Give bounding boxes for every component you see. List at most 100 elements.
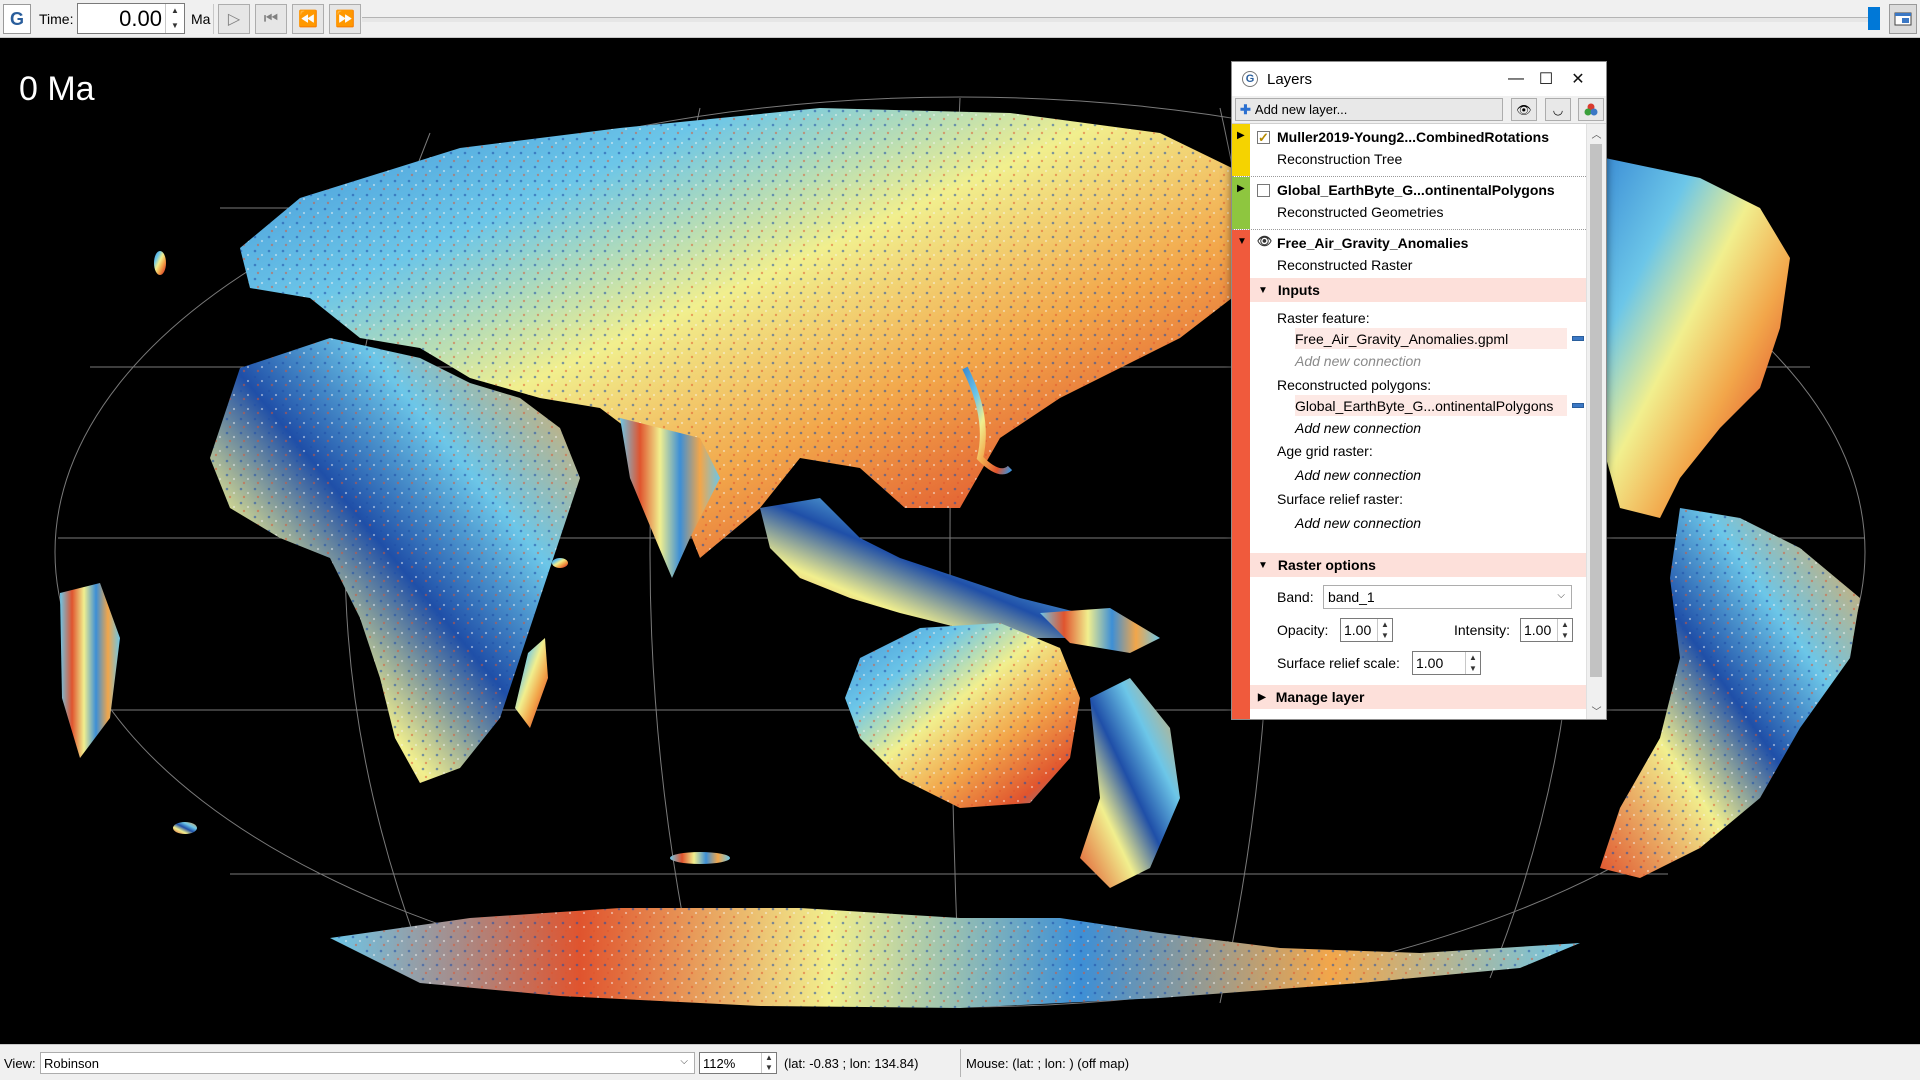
intensity-value: 1.00 [1524,622,1552,638]
surface-relief-scale-label: Surface relief scale: [1277,655,1400,671]
mouse-coordinates: Mouse: (lat: ; lon: ) (off map) [966,1056,1130,1071]
inputs-section-header[interactable]: ▼ Inputs [1250,278,1586,302]
time-spinbox[interactable]: ▲ ▼ [77,3,185,34]
layer-type: Reconstructed Raster [1277,257,1413,273]
play-button[interactable]: ▷ [218,4,250,34]
zoom-spinbox[interactable]: 112% ▲ ▼ [699,1052,777,1074]
remove-connection-button[interactable] [1572,403,1584,408]
time-slider-track[interactable] [362,17,1872,22]
intensity-spinbox[interactable]: 1.00 ▲ ▼ [1520,618,1573,642]
spin-up-icon[interactable]: ▲ [166,4,184,19]
robinson-map[interactable] [0,38,1920,1044]
zoom-spinner[interactable]: ▲ ▼ [761,1053,776,1073]
collapse-arrow-icon: ▼ [1258,284,1268,296]
time-label: Time: [39,11,74,27]
landmass-southeast-asia [760,498,1090,638]
landmass-island [173,822,197,834]
layer-colours-button[interactable] [1578,98,1604,121]
add-new-layer-button[interactable]: ✚ Add new layer... [1235,98,1503,121]
landmass-north-america [1605,158,1790,518]
time-spinner[interactable]: ▲ ▼ [165,4,184,33]
minimize-button[interactable]: — [1502,67,1530,91]
step-forward-button[interactable]: ⏩ [329,4,361,34]
opacity-spinner[interactable]: ▲ ▼ [1377,619,1392,641]
window-title: Layers [1267,71,1313,88]
time-unit-label: Ma [191,11,211,27]
minimize-icon: — [1508,70,1524,87]
reconstructed-polygons-connection[interactable]: Global_EarthByte_G...ontinentalPolygons [1295,395,1567,416]
spin-down-icon[interactable]: ▼ [166,19,184,34]
chevron-down-icon: ⌵ [680,1056,688,1067]
layer-row-continental-polygons[interactable]: ▶ Global_EarthByte_G...ontinentalPolygon… [1232,177,1586,230]
layer-row-gravity-raster[interactable]: ▼ 👁 Free_Air_Gravity_Anomalies Reconstru… [1232,230,1586,719]
intensity-spinner[interactable]: ▲ ▼ [1557,619,1572,641]
projection-select[interactable]: Robinson ⌵ [40,1052,695,1074]
reconstructed-polygons-value: Global_EarthByte_G...ontinentalPolygons [1295,397,1554,414]
camera-latlon: (lat: -0.83 ; lon: 134.84) [784,1056,919,1071]
hide-all-layers-button[interactable]: ◡ [1545,98,1571,121]
add-new-connection-link[interactable]: Add new connection [1295,420,1421,436]
reset-to-start-button[interactable]: ⏮ [255,4,287,34]
close-button[interactable]: ✕ [1564,67,1592,91]
landmass-greenland-edge [60,583,120,758]
scrollbar-thumb[interactable] [1590,144,1602,677]
add-new-connection-link[interactable]: Add new connection [1295,467,1421,483]
band-select[interactable]: band_1 ⌵ [1323,585,1572,609]
reconstructed-polygons-label: Reconstructed polygons: [1277,377,1432,393]
maximize-button[interactable]: ☐ [1532,67,1560,91]
remove-connection-button[interactable] [1572,336,1584,341]
scroll-up-icon[interactable]: ︿ [1587,124,1606,142]
chevron-down-icon: ⌵ [1557,590,1565,601]
layer-type: Reconstruction Tree [1277,151,1403,167]
opacity-spinbox[interactable]: 1.00 ▲ ▼ [1340,618,1393,642]
layers-list[interactable]: ▶ ✓ Muller2019-Young2...CombinedRotation… [1232,124,1586,719]
raster-feature-connection[interactable]: Free_Air_Gravity_Anomalies.gpml [1295,328,1567,349]
layer-visibility-checkbox[interactable]: ✓ [1257,131,1270,144]
spin-down-icon[interactable]: ▼ [1378,630,1392,641]
eye-icon[interactable]: 👁 [1257,235,1272,249]
main-toolbar: G Time: ▲ ▼ Ma ▷ ⏮ ⏪ ⏩ [0,0,1920,38]
spin-down-icon[interactable]: ▼ [1558,630,1572,641]
surface-relief-scale-spinbox[interactable]: 1.00 ▲ ▼ [1412,651,1481,675]
spin-down-icon[interactable]: ▼ [762,1063,776,1073]
layers-window-titlebar[interactable]: G Layers — ☐ ✕ [1232,62,1606,96]
window-mode-button[interactable] [1889,4,1917,34]
landmass-island [552,558,568,568]
layers-toolbar: ✚ Add new layer... 👁 ◡ [1232,96,1606,124]
spin-up-icon[interactable]: ▲ [1378,619,1392,630]
spin-up-icon[interactable]: ▲ [762,1053,776,1063]
layers-scrollbar[interactable]: ︿ ﹀ [1586,124,1606,719]
landmass-new-guinea [1040,608,1160,653]
step-back-button[interactable]: ⏪ [292,4,324,34]
surface-relief-scale-spinner[interactable]: ▲ ▼ [1465,652,1480,674]
show-all-layers-button[interactable]: 👁 [1511,98,1537,121]
collapse-arrow-icon: ▼ [1258,559,1268,571]
gplates-logo-icon[interactable]: G [3,4,31,34]
add-new-connection-link[interactable]: Add new connection [1295,515,1421,531]
manage-layer-section-header[interactable]: ▶ Manage layer [1250,685,1586,709]
spin-up-icon[interactable]: ▲ [1466,652,1480,663]
eye-closed-icon: ◡ [1552,102,1564,117]
spin-down-icon[interactable]: ▼ [1466,663,1480,674]
expand-arrow-icon[interactable]: ▶ [1237,130,1245,141]
layers-window[interactable]: G Layers — ☐ ✕ ✚ Add new layer... 👁 ◡ ▶ … [1231,61,1607,720]
layer-name[interactable]: Muller2019-Young2...CombinedRotations [1277,129,1549,145]
layer-visibility-checkbox[interactable] [1257,184,1270,197]
toolbar-divider [213,4,214,34]
status-divider [960,1049,961,1077]
window-mode-icon [1894,12,1912,26]
time-slider-handle[interactable] [1868,7,1880,30]
layer-name[interactable]: Global_EarthByte_G...ontinentalPolygons [1277,182,1555,198]
add-new-connection-link[interactable]: Add new connection [1295,353,1421,369]
surface-relief-raster-label: Surface relief raster: [1277,491,1404,507]
spin-up-icon[interactable]: ▲ [1558,619,1572,630]
scroll-down-icon[interactable]: ﹀ [1587,701,1606,719]
time-input[interactable] [78,4,166,33]
intensity-label: Intensity: [1454,622,1511,638]
globe-viewport[interactable]: 0 Ma [0,38,1920,1044]
expand-arrow-icon[interactable]: ▶ [1237,183,1245,194]
collapse-arrow-icon[interactable]: ▼ [1237,236,1247,247]
layer-row-rotations[interactable]: ▶ ✓ Muller2019-Young2...CombinedRotation… [1232,124,1586,177]
raster-options-section-header[interactable]: ▼ Raster options [1250,553,1586,577]
layer-name[interactable]: Free_Air_Gravity_Anomalies [1277,235,1468,251]
